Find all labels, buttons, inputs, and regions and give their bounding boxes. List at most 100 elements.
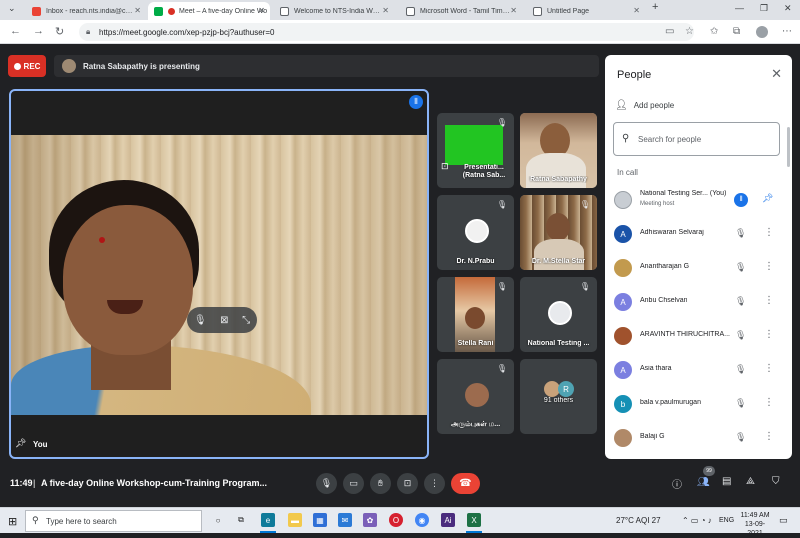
tab-gmail-inbox[interactable]: Inbox - reach.nts.india@ciil-ntsin ✕	[26, 2, 146, 20]
pin-icon[interactable]: 📌︎	[15, 438, 26, 449]
end-call-button[interactable]: ☎︎	[451, 473, 480, 494]
participant-row[interactable]: A Adhiswaran Selvaraj 🎙︎ ⋮	[605, 217, 792, 251]
notifications-icon[interactable]: ▭	[779, 515, 788, 526]
tab-label: Welcome to NTS-India Website	[294, 7, 382, 15]
reload-icon[interactable]: ↻	[55, 25, 64, 38]
meeting-info-icon[interactable]: ⓘ	[672, 476, 682, 491]
participant-row[interactable]: Balaji G 🎙︎ ⋮	[605, 421, 792, 455]
search-placeholder: Search for people	[638, 134, 702, 144]
favorites-icon[interactable]: ✩	[710, 26, 718, 37]
tab-meet[interactable]: Meet – A five-day Online Wo ✕	[148, 2, 270, 20]
cortana-icon[interactable]: ○	[211, 513, 225, 527]
participant-row[interactable]: A Anbu Chselvan 🎙︎ ⋮	[605, 285, 792, 319]
tile-presentation[interactable]: ⊡ 🎙︎ Presentati... (Ratna Sab...	[437, 113, 514, 188]
camera-icon[interactable]: ▭	[665, 26, 674, 37]
more-options-icon[interactable]: ⋮	[764, 329, 774, 340]
tab-microsoft-word[interactable]: Microsoft Word - Tamil Time Tab ✕	[400, 2, 522, 20]
mic-off-icon[interactable]: 🎙︎	[735, 364, 746, 375]
close-icon[interactable]: ✕	[382, 6, 389, 15]
pin-icon[interactable]: 📌︎	[762, 193, 773, 204]
task-view-icon[interactable]: ⧉	[234, 513, 248, 527]
meeting-clock: 11:49	[10, 478, 33, 488]
close-icon[interactable]: ✕	[510, 6, 517, 15]
tile-arumbugal[interactable]: 🎙︎ அரும்புகள் ம...	[437, 359, 514, 434]
tab-label: Untitled Page	[547, 7, 590, 15]
system-tray-icons[interactable]: ⌃ ▭ ◔ ♪	[682, 516, 712, 525]
main-video-tile[interactable]: ⦀ 🎙︎ ⊠ ⤡ 📌︎ You	[9, 89, 429, 459]
participant-row[interactable]: ARAVINTH THIRUCHITRA... 🎙︎ ⋮	[605, 319, 792, 353]
present-button[interactable]: ⊡	[397, 473, 418, 494]
tile-stella-rani[interactable]: 🎙︎ Stella Rani	[437, 277, 514, 352]
mic-off-icon[interactable]: 🎙︎	[735, 262, 746, 273]
panel-scrollbar[interactable]	[787, 127, 790, 167]
tab-untitled-page[interactable]: Untitled Page ✕	[527, 2, 645, 20]
tab-search-icon[interactable]: ⌄	[8, 3, 16, 14]
more-options-icon[interactable]: ⋮	[764, 261, 774, 272]
windows-start-icon[interactable]: ⊞	[8, 515, 17, 528]
more-menu-icon[interactable]: ⋯	[782, 26, 792, 37]
more-options-icon[interactable]: ⋮	[764, 363, 774, 374]
star-icon[interactable]: ☆	[685, 26, 694, 37]
mic-off-icon[interactable]: 🎙︎	[735, 398, 746, 409]
camera-button[interactable]: ▭	[343, 473, 364, 494]
edge-icon[interactable]: e	[261, 513, 275, 527]
new-tab-icon[interactable]: +	[652, 1, 658, 13]
raise-hand-button[interactable]: ✋︎	[370, 473, 391, 494]
window-close-icon[interactable]: ✕	[784, 3, 792, 14]
minimize-icon[interactable]: —	[735, 3, 744, 13]
add-people-button[interactable]: 👤︎ Add people	[615, 100, 674, 111]
search-people-input[interactable]: ⚲ Search for people	[613, 122, 780, 156]
chat-icon[interactable]: ▤	[722, 476, 731, 487]
app-icon[interactable]: Ai	[441, 513, 455, 527]
more-options-icon[interactable]: ⋮	[764, 227, 774, 238]
tile-dr-n-prabu[interactable]: 🎙︎ Dr. N.Prabu	[437, 195, 514, 270]
mic-off-icon[interactable]: 🎙︎	[735, 330, 746, 341]
mic-off-icon[interactable]: 🎙︎	[194, 315, 207, 326]
maximize-icon[interactable]: ❐	[760, 3, 768, 14]
participant-row[interactable]: Anantharajan G 🎙︎ ⋮	[605, 251, 792, 285]
more-options-icon[interactable]: ⋮	[764, 431, 774, 442]
tab-nts-india[interactable]: Welcome to NTS-India Website ✕	[274, 2, 394, 20]
more-options-icon[interactable]: ⋮	[764, 397, 774, 408]
mic-off-icon[interactable]: 🎙︎	[735, 228, 746, 239]
more-options-button[interactable]: ⋮	[424, 473, 445, 494]
more-options-icon[interactable]: ⋮	[764, 295, 774, 306]
participant-row[interactable]: National Testing Ser... (You) Meeting ho…	[605, 183, 792, 217]
participant-row[interactable]: b bala v.paulmurugan 🎙︎ ⋮	[605, 387, 792, 421]
clock[interactable]: 11:49 AM 13-09-2021	[738, 511, 772, 538]
host-controls-icon[interactable]: ⛉	[772, 476, 780, 487]
mic-off-icon[interactable]: 🎙︎	[735, 432, 746, 443]
forward-icon[interactable]: →	[33, 25, 44, 37]
profile-avatar[interactable]	[756, 26, 768, 38]
close-icon[interactable]: ✕	[771, 66, 782, 82]
tile-others[interactable]: R 91 others	[520, 359, 597, 434]
mail-icon[interactable]: ✉	[338, 513, 352, 527]
tile-national-testing[interactable]: 🎙︎ National Testing ...	[520, 277, 597, 352]
microphone-button[interactable]: 🎙︎	[316, 473, 337, 494]
opera-icon[interactable]: O	[389, 513, 403, 527]
minimize-tile-icon[interactable]: ⤡	[242, 315, 250, 326]
collections-icon[interactable]: ⧉	[733, 26, 740, 37]
close-icon[interactable]: ✕	[633, 6, 640, 15]
weather-widget[interactable]: 27°C AQI 27	[616, 516, 661, 525]
participant-row[interactable]: A Asia thara 🎙︎ ⋮	[605, 353, 792, 387]
frame-icon[interactable]: ⊠	[220, 315, 228, 326]
tile-ratna-sabapathy[interactable]: Ratna Sabapathy	[520, 113, 597, 188]
close-icon[interactable]: ✕	[134, 6, 141, 15]
chrome-icon[interactable]: ◉	[415, 513, 429, 527]
activities-icon[interactable]: ⟁	[746, 476, 755, 487]
back-icon[interactable]: ←	[10, 25, 21, 37]
people-icon[interactable]: 👥︎	[697, 477, 710, 488]
store-icon[interactable]: ▦	[313, 513, 327, 527]
url-field[interactable]: 🔒︎ https://meet.google.com/xep-pzjp-bcj?…	[79, 23, 694, 41]
page-icon	[280, 6, 289, 16]
mic-off-icon[interactable]: 🎙︎	[735, 296, 746, 307]
tile-dr-stella-star[interactable]: 🎙︎ Dr. M.Stella Star	[520, 195, 597, 270]
excel-icon[interactable]: X	[467, 513, 481, 527]
tile-name: National Testing ...	[527, 340, 590, 347]
app-icon[interactable]: ✿	[363, 513, 377, 527]
taskbar-search-input[interactable]: ⚲ Type here to search	[25, 510, 202, 532]
language-indicator[interactable]: ENG	[719, 517, 734, 524]
file-explorer-icon[interactable]: ▬	[288, 513, 302, 527]
close-icon[interactable]: ✕	[258, 6, 265, 15]
